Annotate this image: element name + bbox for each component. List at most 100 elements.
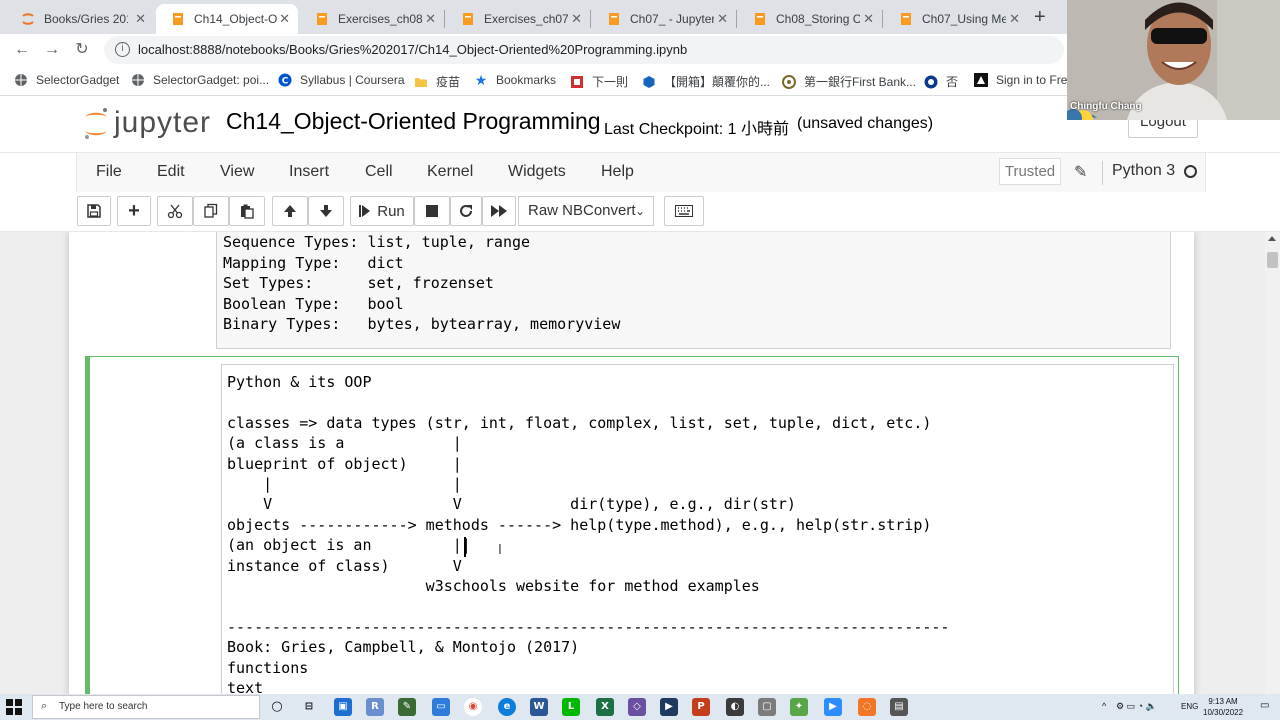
scrollbar-thumb[interactable]	[1267, 252, 1278, 268]
restart-run-all-button[interactable]	[482, 196, 516, 226]
tab-title: Ch14_Object-O	[194, 12, 278, 26]
restart-kernel-button[interactable]	[450, 196, 482, 226]
reload-icon[interactable]: ↻	[72, 40, 92, 60]
cell-editor[interactable]: Python & its OOP classes => data types (…	[221, 364, 1174, 694]
language-indicator[interactable]: ENG	[1181, 702, 1198, 711]
browser-tab[interactable]: Ch07_ - Jupyter ✕	[592, 4, 736, 34]
browser-tab[interactable]: Exercises_ch07 ✕	[446, 4, 590, 34]
bookmark-item[interactable]: 【開箱】顛覆你的...	[642, 73, 770, 90]
command-palette-button[interactable]	[664, 196, 704, 226]
word-icon[interactable]: W	[530, 698, 548, 716]
os-taskbar: ⌕ Type here to search ○ ⊟ ▣ R ✎ ▭ ◉ e W …	[0, 694, 1280, 720]
jupyter-icon[interactable]: ◌	[858, 698, 876, 716]
move-up-button[interactable]	[272, 196, 308, 226]
cell-source[interactable]: Python & its OOP classes => data types (…	[227, 372, 949, 694]
line-icon[interactable]: L	[562, 698, 580, 716]
browser-tab[interactable]: Ch08_Storing C ✕	[738, 4, 882, 34]
zoom-icon[interactable]: ▶	[824, 698, 842, 716]
browser-tab[interactable]: Exercises_ch08 ✕	[300, 4, 444, 34]
browser-tab[interactable]: Ch07_Using Me ✕	[884, 4, 1028, 34]
powerpoint-icon[interactable]: P	[692, 698, 710, 716]
close-icon[interactable]: ✕	[425, 11, 436, 27]
close-icon[interactable]: ✕	[1009, 11, 1020, 27]
menu-view[interactable]: View	[220, 163, 254, 181]
excel-icon[interactable]: X	[596, 698, 614, 716]
app-icon[interactable]: ✎	[398, 698, 416, 716]
url-bar[interactable]: i localhost:8888/notebooks/Books/Gries%2…	[104, 36, 1064, 64]
trusted-indicator[interactable]: Trusted	[999, 158, 1061, 185]
bookmark-item[interactable]: 第一銀行First Bank...	[782, 73, 916, 90]
r-icon[interactable]: R	[366, 698, 384, 716]
bookmark-item[interactable]: ★ Bookmarks	[474, 72, 556, 88]
bookmark-item[interactable]: 否	[924, 73, 958, 90]
bookmark-item[interactable]: SelectorGadget	[14, 73, 119, 87]
menu-cell[interactable]: Cell	[365, 163, 393, 181]
copy-button[interactable]	[193, 196, 229, 226]
insert-cell-button[interactable]: +	[117, 196, 151, 226]
task-view-icon[interactable]: ⊟	[300, 698, 318, 716]
bookmark-item[interactable]: Sign in to Free	[974, 73, 1074, 87]
new-tab-button[interactable]: +	[1034, 6, 1046, 29]
notebook-icon	[606, 11, 622, 27]
menu-kernel[interactable]: Kernel	[427, 163, 473, 181]
close-icon[interactable]: ✕	[571, 11, 582, 27]
app-icon[interactable]: ✦	[790, 698, 808, 716]
bookmark-item[interactable]: SelectorGadget: poi...	[131, 73, 269, 87]
system-clock[interactable]: 9:13 AM 10/30/2022	[1203, 696, 1243, 718]
cell-source[interactable]: Numeric Types: int, float, complex Seque…	[223, 232, 620, 334]
run-button[interactable]: Run	[350, 196, 414, 226]
edge-icon[interactable]: e	[498, 698, 516, 716]
interrupt-button[interactable]	[414, 196, 450, 226]
app-icon[interactable]: ▢	[758, 698, 776, 716]
taskbar-search[interactable]: ⌕ Type here to search	[32, 695, 260, 719]
i-beam-cursor-icon: I	[498, 543, 502, 558]
close-icon[interactable]: ✕	[135, 11, 146, 27]
notebook-icon	[314, 11, 330, 27]
browser-tab[interactable]: Books/Gries 201 ✕	[6, 4, 154, 34]
cut-button[interactable]	[157, 196, 193, 226]
bookmark-item[interactable]: C Syllabus | Coursera	[278, 73, 405, 87]
coursera-icon: C	[278, 73, 292, 87]
back-arrow-icon[interactable]: ←	[12, 40, 32, 60]
app-icon[interactable]: ▣	[334, 698, 352, 716]
app-icon[interactable]: ▤	[890, 698, 908, 716]
menu-edit[interactable]: Edit	[157, 163, 185, 181]
file-explorer-icon[interactable]: ▭	[432, 698, 450, 716]
menu-file[interactable]: File	[96, 163, 122, 181]
restart-icon	[460, 205, 472, 217]
menu-help[interactable]: Help	[601, 163, 634, 181]
app-icon[interactable]: ▶	[660, 698, 678, 716]
close-icon[interactable]: ✕	[863, 11, 874, 27]
close-icon[interactable]: ✕	[717, 11, 728, 27]
info-icon[interactable]: i	[115, 42, 130, 57]
chevron-up-icon[interactable]: ^	[1102, 701, 1106, 711]
raw-cell[interactable]: Numeric Types: int, float, complex Seque…	[216, 232, 1171, 349]
notebook-page: Numeric Types: int, float, complex Seque…	[69, 232, 1194, 694]
page-scrollbar[interactable]	[1265, 232, 1280, 694]
scroll-up-icon[interactable]	[1268, 236, 1276, 241]
selected-raw-cell[interactable]: Python & its OOP classes => data types (…	[85, 356, 1179, 694]
browser-tab-active[interactable]: Ch14_Object-O ✕	[156, 4, 298, 34]
save-button[interactable]	[77, 196, 111, 226]
move-down-button[interactable]	[308, 196, 344, 226]
windows-start-icon[interactable]	[6, 699, 22, 715]
bookmark-item[interactable]: 疫苗	[414, 73, 460, 90]
close-icon[interactable]: ✕	[279, 11, 290, 27]
tab-title: Ch07_ - Jupyter	[630, 12, 714, 26]
cell-type-select[interactable]: Raw NBConvert ⌄	[518, 196, 654, 226]
notebook-title[interactable]: Ch14_Object-Oriented Programming	[226, 108, 601, 135]
bookmark-item[interactable]: 下一則	[570, 73, 628, 90]
forward-arrow-icon[interactable]: →	[42, 40, 62, 60]
app-icon[interactable]: ◐	[726, 698, 744, 716]
cell-type-value: Raw NBConvert	[528, 202, 636, 219]
jupyter-logo[interactable]: jupyter	[82, 104, 211, 142]
pencil-icon[interactable]: ✎	[1074, 162, 1087, 182]
cortana-icon[interactable]: ○	[268, 698, 286, 716]
menu-widgets[interactable]: Widgets	[508, 163, 566, 181]
tray-icons[interactable]: ⚙ ▭ ◔ 🔈	[1116, 701, 1157, 712]
app-icon[interactable]: ◇	[628, 698, 646, 716]
chrome-icon[interactable]: ◉	[464, 698, 482, 716]
menu-insert[interactable]: Insert	[289, 163, 329, 181]
notifications-icon[interactable]: ▭	[1260, 700, 1269, 711]
paste-button[interactable]	[229, 196, 265, 226]
